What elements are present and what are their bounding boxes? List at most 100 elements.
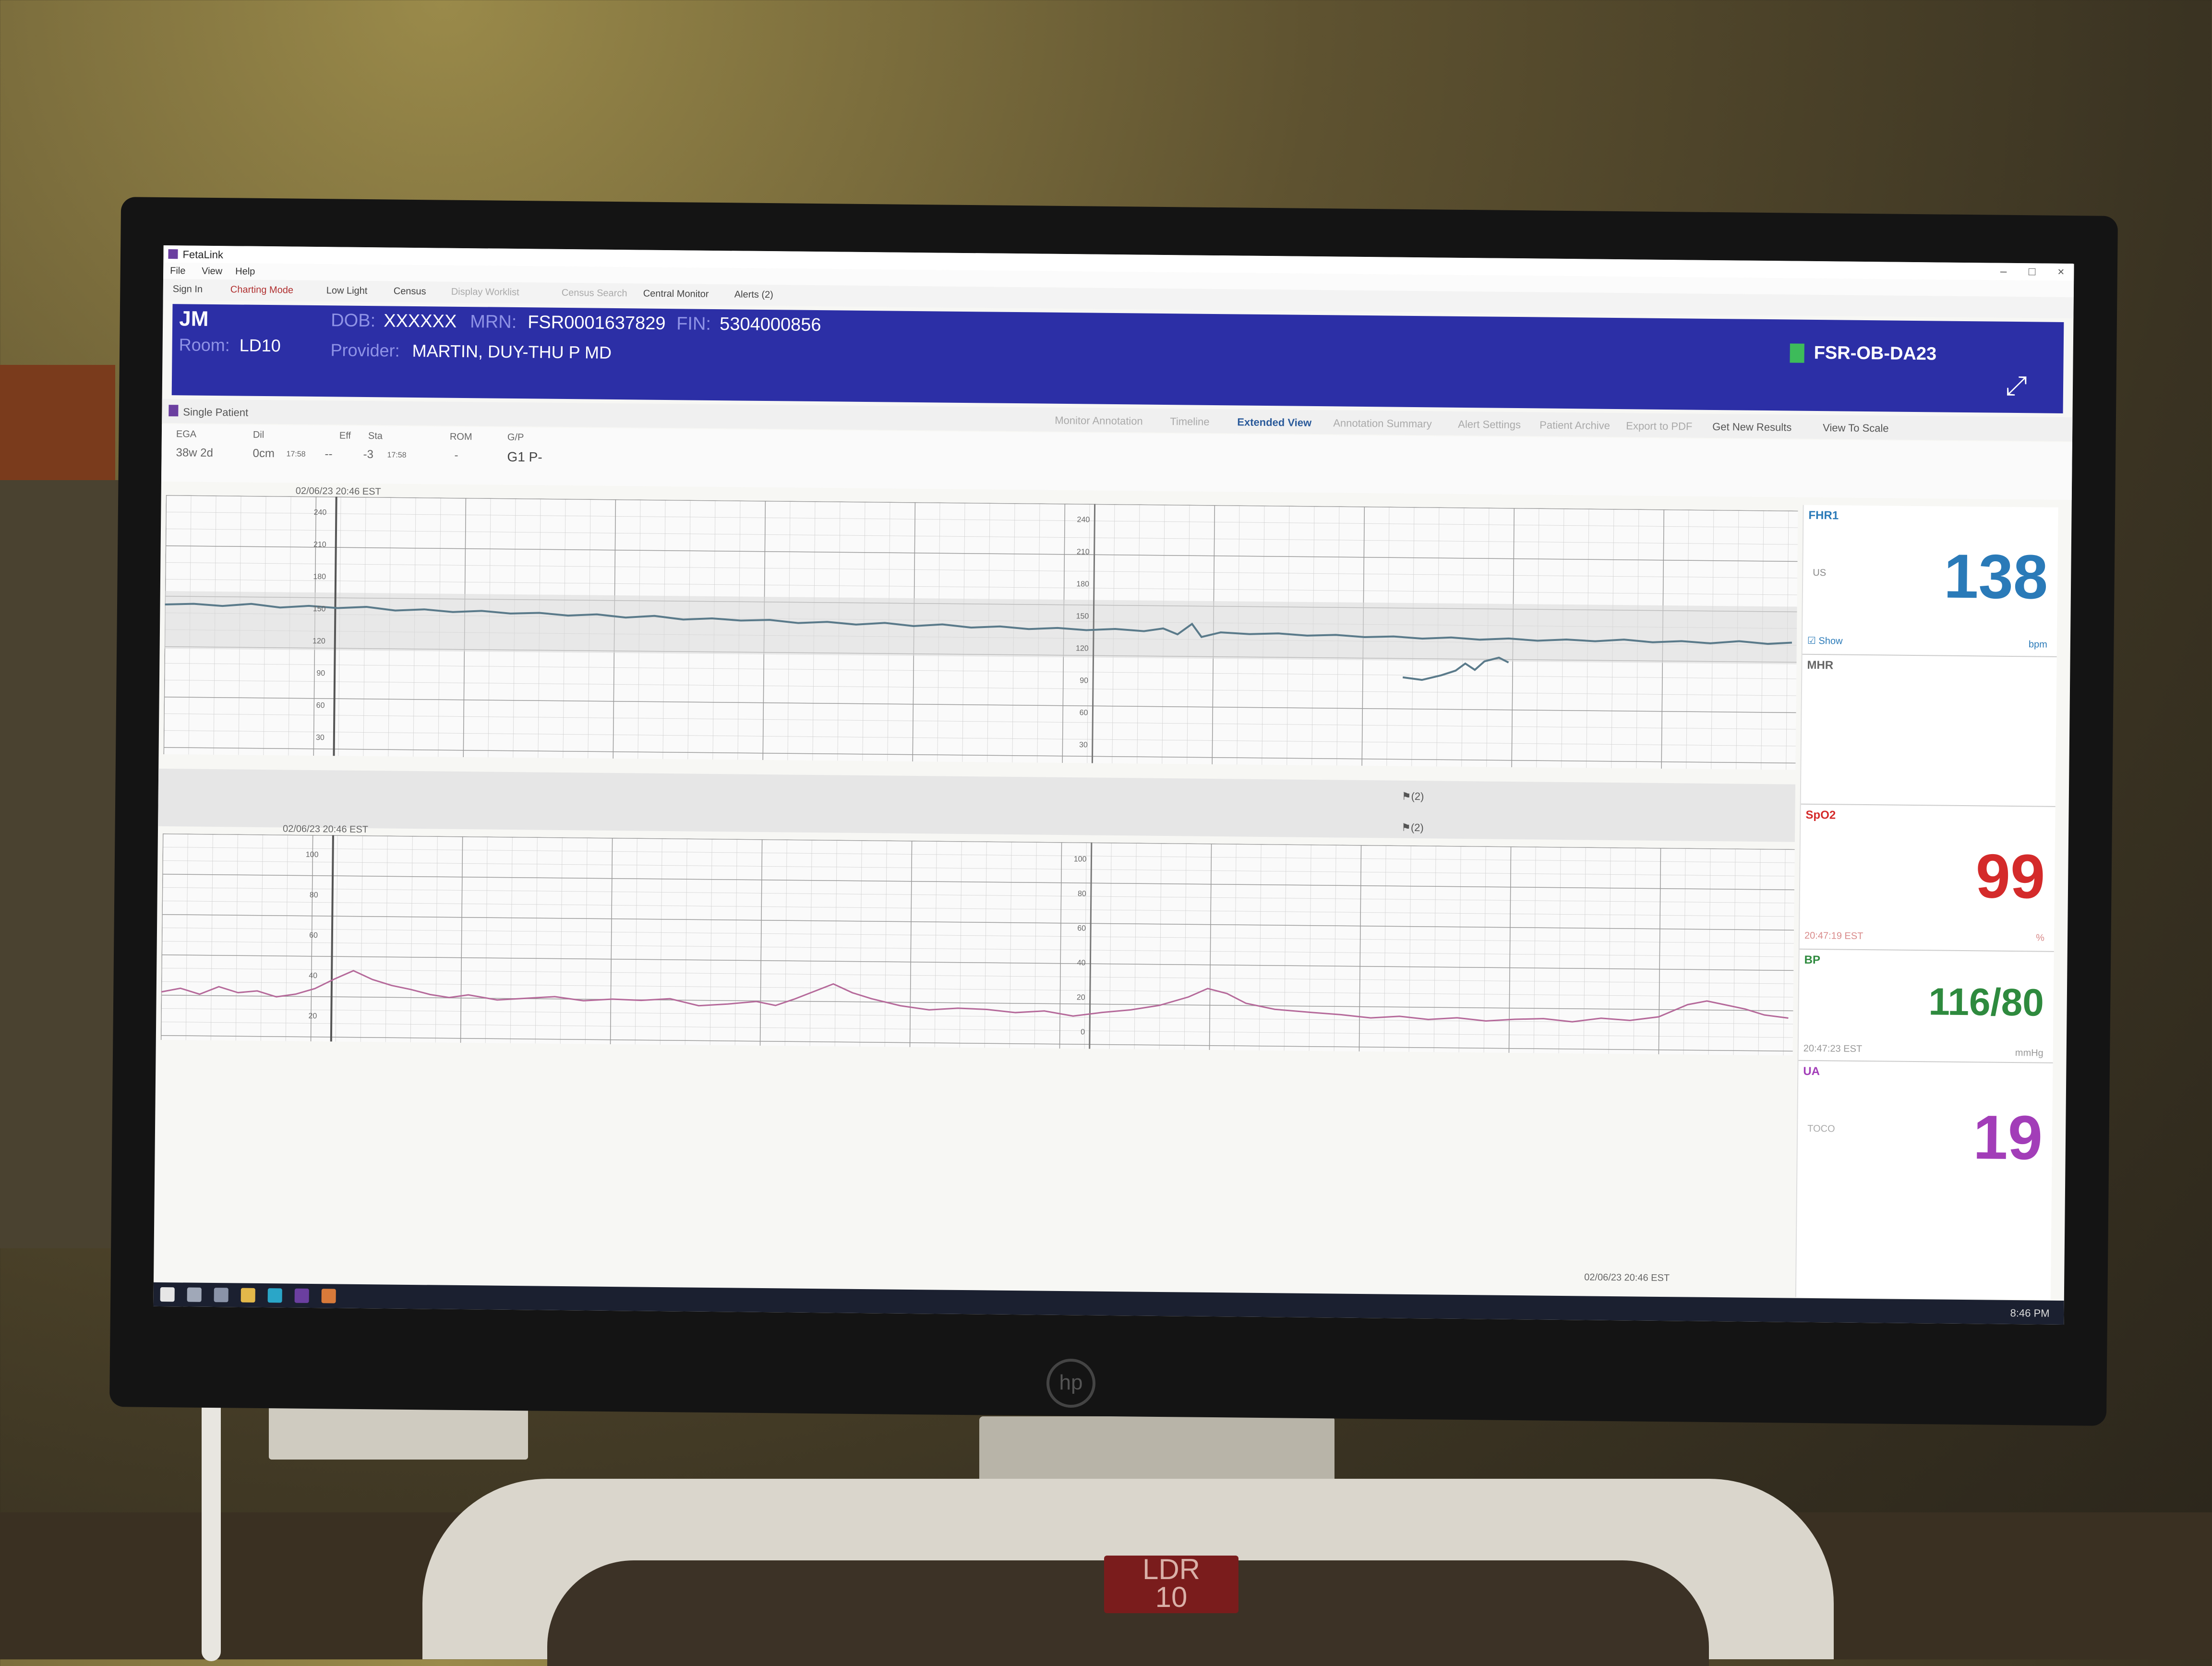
spo2-value: 99 xyxy=(1975,841,2045,912)
station-icon xyxy=(1790,343,1804,363)
room-label-sticker: LDR 10 xyxy=(1104,1555,1238,1613)
bp-name: BP xyxy=(1804,953,1821,967)
fhr-axis-mid: 240 210 180 150 120 90 60 30 xyxy=(1075,516,1090,749)
station-name: FSR-OB-DA23 xyxy=(1814,342,1937,364)
dil-label: Dil xyxy=(252,429,264,440)
ua-name: UA xyxy=(1803,1064,1820,1078)
sta-label: Sta xyxy=(368,431,383,442)
low-light-button[interactable]: Low Light xyxy=(326,285,368,297)
fin-value: 5304000856 xyxy=(719,314,821,336)
census-button[interactable]: Census xyxy=(394,286,426,298)
get-new-results-button[interactable]: Get New Results xyxy=(1712,421,1791,434)
provider-value: MARTIN, DUY-THU P MD xyxy=(412,340,612,362)
mrn-label: MRN: xyxy=(469,312,517,333)
menu-view[interactable]: View xyxy=(202,266,222,277)
room-value: LD10 xyxy=(239,335,281,356)
ua-axis-mid: 100 80 60 40 20 0 xyxy=(1073,855,1087,1037)
rom-label: ROM xyxy=(449,431,472,443)
spo2-time: 20:47:19 EST xyxy=(1804,930,1863,942)
view-to-scale-select[interactable]: View To Scale xyxy=(1823,422,1889,435)
monitor-screen: FetaLink – □ × File View Help Sign In Ch… xyxy=(153,245,2074,1325)
central-monitor-button[interactable]: Central Monitor xyxy=(643,289,709,300)
taskbar-clock: 8:46 PM xyxy=(2010,1306,2050,1319)
eff-label: Eff xyxy=(339,430,351,441)
gp-value: G1 P- xyxy=(507,449,542,465)
ega-label: EGA xyxy=(176,429,197,440)
cable xyxy=(202,1373,221,1661)
maximize-icon[interactable]: □ xyxy=(2029,265,2036,278)
fhr-strip xyxy=(163,495,1798,770)
mhr-vital: MHR xyxy=(1801,654,2057,807)
gp-label: G/P xyxy=(507,432,524,443)
eff-value: -- xyxy=(325,447,333,461)
menu-file[interactable]: File xyxy=(170,266,185,277)
fhr-name: FHR1 xyxy=(1808,508,1839,522)
annotation-marker[interactable]: ⚑ (2) xyxy=(1401,821,1424,834)
bp-unit: mmHg xyxy=(2015,1048,2044,1059)
show-checkbox[interactable]: ☑ Show xyxy=(1807,635,1843,647)
dob-value: XXXXXX xyxy=(384,311,457,332)
charting-mode-button[interactable]: Charting Mode xyxy=(230,284,293,296)
single-patient-tab[interactable]: Single Patient xyxy=(183,406,248,419)
vitals-panel: FHR1 US 138 ☑ Show bpm MHR SpO2 99 20:47… xyxy=(1795,505,2058,1300)
census-search-button[interactable]: Census Search xyxy=(562,288,627,299)
alert-settings-button[interactable]: Alert Settings xyxy=(1458,418,1521,431)
display-worklist-button[interactable]: Display Worklist xyxy=(451,287,519,298)
dil-time: 17:58 xyxy=(286,450,306,459)
menu-help[interactable]: Help xyxy=(235,266,255,277)
ua-mode: TOCO xyxy=(1807,1123,1835,1135)
sta-time: 17:58 xyxy=(387,451,407,459)
wall-shadow xyxy=(0,480,120,1248)
dob-label: DOB: xyxy=(331,310,376,331)
dil-value: 0cm xyxy=(252,447,275,460)
ua-vital: UA TOCO 19 xyxy=(1797,1061,2053,1203)
spo2-name: SpO2 xyxy=(1805,808,1836,822)
annotation-summary-button[interactable]: Annotation Summary xyxy=(1333,417,1432,430)
hp-logo-icon: hp xyxy=(1046,1359,1095,1408)
ua-axis-left: 100 80 60 40 20 xyxy=(305,850,319,1021)
single-patient-icon xyxy=(168,405,179,417)
extended-view-button[interactable]: Extended View xyxy=(1237,416,1311,429)
rom-value: - xyxy=(454,448,458,462)
timeline-button[interactable]: Timeline xyxy=(1170,415,1210,428)
wall-object xyxy=(0,365,115,480)
fhr-mode: US xyxy=(1813,567,1827,579)
minimize-icon[interactable]: – xyxy=(2000,265,2007,278)
ua-strip xyxy=(160,833,1795,1056)
bp-value: 116/80 xyxy=(1928,980,2044,1024)
fetalink-taskbar-icon[interactable] xyxy=(294,1288,309,1303)
alerts-button[interactable]: Alerts (2) xyxy=(734,289,773,301)
spo2-unit: % xyxy=(2036,932,2045,943)
patient-initials: JM xyxy=(179,307,209,331)
task-view-icon[interactable] xyxy=(214,1288,228,1303)
mhr-name: MHR xyxy=(1807,658,1834,672)
spo2-vital: SpO2 99 20:47:19 EST % xyxy=(1799,804,2056,952)
ua-timestamp: 02/06/23 20:46 EST xyxy=(282,823,369,835)
bp-vital: BP 116/80 20:47:23 EST mmHg xyxy=(1798,949,2054,1063)
room-label: Room: xyxy=(179,335,230,355)
patient-banner: JM Room: LD10 DOB: XXXXXX MRN: FSR000163… xyxy=(171,304,2064,413)
file-explorer-icon[interactable] xyxy=(240,1288,255,1303)
fhr-value: 138 xyxy=(1943,541,2048,612)
monitor-annotation-button[interactable]: Monitor Annotation xyxy=(1055,414,1143,428)
search-icon[interactable] xyxy=(187,1287,202,1302)
app-taskbar-icon[interactable] xyxy=(321,1289,336,1304)
fhr-unit: bpm xyxy=(2028,639,2048,650)
sta-value: -3 xyxy=(363,447,374,461)
ua-value: 19 xyxy=(1972,1102,2043,1173)
close-icon[interactable]: × xyxy=(2057,266,2064,279)
footer-timestamp: 02/06/23 20:46 EST xyxy=(1584,1272,1670,1284)
edge-icon[interactable] xyxy=(267,1288,282,1303)
sign-in-button[interactable]: Sign In xyxy=(173,284,203,295)
fhr-vital: FHR1 US 138 ☑ Show bpm xyxy=(1802,505,2058,657)
bp-time: 20:47:23 EST xyxy=(1803,1043,1863,1054)
start-icon[interactable] xyxy=(160,1287,175,1302)
annotation-marker[interactable]: ⚑ (2) xyxy=(1402,790,1424,803)
fhr-axis-left: 240 210 180 150 120 90 60 30 xyxy=(313,508,327,742)
fin-label: FIN: xyxy=(676,314,711,334)
patient-archive-button[interactable]: Patient Archive xyxy=(1539,419,1610,432)
ega-value: 38w 2d xyxy=(176,446,214,459)
mrn-value: FSR0001637829 xyxy=(527,312,666,334)
export-pdf-button[interactable]: Export to PDF xyxy=(1626,420,1692,433)
expand-icon[interactable]: ⤢ xyxy=(2006,370,2027,402)
